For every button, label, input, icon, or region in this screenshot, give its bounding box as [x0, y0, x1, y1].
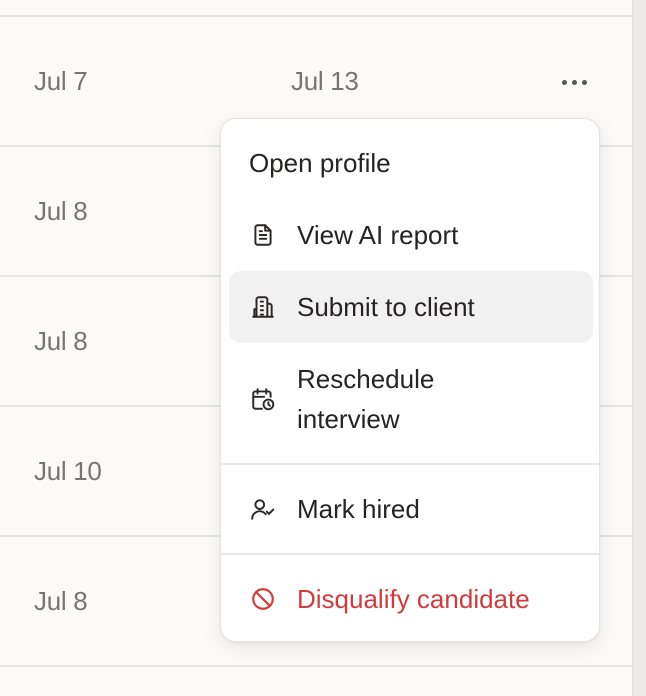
menu-item-label: Reschedule: [297, 364, 435, 394]
date-cell: Jul 10: [34, 456, 102, 486]
date-cell: Jul 13: [291, 66, 359, 96]
menu-item-label: Open profile: [249, 148, 391, 178]
row-actions-menu: Open profile View AI report Submit to cl…: [220, 118, 600, 642]
scrollbar[interactable]: [632, 0, 646, 696]
menu-item-label: Disqualify candidate: [297, 584, 530, 614]
menu-item-label: interview: [297, 404, 400, 434]
user-check-icon: [249, 495, 277, 523]
more-horizontal-icon: [561, 79, 567, 85]
building-icon: [249, 293, 277, 321]
menu-item-submit-to-client[interactable]: Submit to client: [229, 271, 593, 343]
menu-divider: [221, 463, 599, 465]
menu-item-open-profile[interactable]: Open profile: [229, 127, 593, 199]
row-divider: [0, 665, 632, 667]
row-divider: [0, 15, 632, 17]
date-cell: Jul 8: [34, 326, 88, 356]
calendar-clock-icon: [249, 385, 277, 413]
date-cell: Jul 7: [34, 66, 88, 96]
date-cell: Jul 8: [34, 196, 88, 226]
ban-icon: [249, 585, 277, 613]
menu-item-label: View AI report: [297, 220, 459, 250]
date-cell: Jul 8: [34, 586, 88, 616]
menu-divider: [221, 553, 599, 555]
menu-item-mark-hired[interactable]: Mark hired: [229, 473, 593, 545]
menu-item-reschedule-interview[interactable]: Reschedule interview: [229, 343, 593, 455]
menu-item-disqualify-candidate[interactable]: Disqualify candidate: [229, 563, 593, 635]
row-actions-button[interactable]: [556, 68, 592, 96]
menu-item-label: Submit to client: [297, 292, 475, 322]
document-icon: [249, 221, 277, 249]
menu-item-view-ai-report[interactable]: View AI report: [229, 199, 593, 271]
menu-item-label: Mark hired: [297, 494, 420, 524]
